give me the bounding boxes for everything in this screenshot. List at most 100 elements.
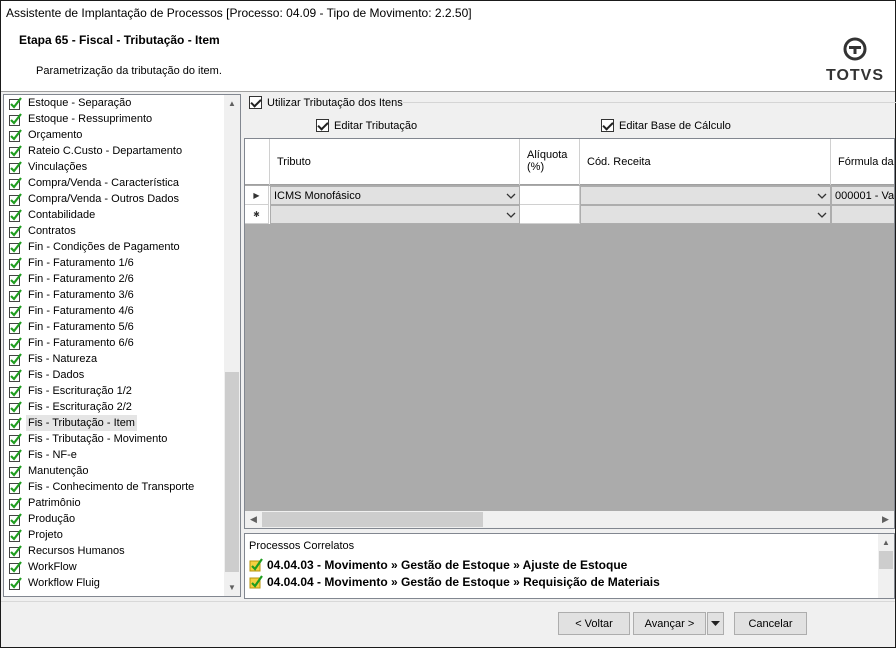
sidebar-item[interactable]: Fis - NF-e (4, 447, 226, 463)
sidebar-item[interactable]: Fis - Tributação - Movimento (4, 431, 226, 447)
col-formula[interactable]: Fórmula da (831, 139, 894, 185)
related-process-label: 04.04.04 - Movimento » Gestão de Estoque… (267, 575, 660, 589)
sidebar-item[interactable]: Orçamento (4, 127, 226, 143)
col-aliquota[interactable]: Alíquota (%) (520, 139, 580, 185)
cancel-button[interactable]: Cancelar (734, 612, 807, 635)
sidebar-item[interactable]: Fin - Condições de Pagamento (4, 239, 226, 255)
related-process-link[interactable]: 04.04.03 - Movimento » Gestão de Estoque… (249, 558, 627, 572)
sidebar-item[interactable]: Estoque - Ressuprimento (4, 111, 226, 127)
step-complete-check-icon (9, 128, 22, 142)
sidebar-item[interactable]: Projeto (4, 527, 226, 543)
sidebar-item[interactable]: Fin - Faturamento 3/6 (4, 287, 226, 303)
sidebar-item[interactable]: Contratos (4, 223, 226, 239)
sidebar-item-label: Fin - Condições de Pagamento (28, 241, 180, 253)
sidebar-item[interactable]: Fin - Faturamento 1/6 (4, 255, 226, 271)
step-complete-check-icon (9, 416, 22, 430)
use-item-tax-checkbox[interactable]: Utilizar Tributação dos Itens (249, 96, 403, 109)
aliquota-field[interactable] (520, 186, 580, 205)
scrollbar-thumb[interactable] (879, 551, 893, 569)
sidebar-item-label: Fis - Escrituração 2/2 (28, 401, 132, 413)
related-process-link[interactable]: 04.04.04 - Movimento » Gestão de Estoque… (249, 575, 660, 589)
table-row[interactable]: ✱ (245, 205, 894, 224)
sidebar-item[interactable]: Compra/Venda - Característica (4, 175, 226, 191)
step-complete-check-icon (9, 272, 22, 286)
sidebar-item[interactable]: Estoque - Separação (4, 95, 226, 111)
table-row[interactable]: ▶ ICMS Monofásico 000001 - Val (245, 186, 894, 205)
sidebar-item-label: Workflow Fluig (28, 577, 100, 589)
sidebar-item[interactable]: Rateio C.Custo - Departamento (4, 143, 226, 159)
sidebar-item-label: Estoque - Separação (28, 97, 132, 109)
sidebar-item[interactable]: Fin - Faturamento 4/6 (4, 303, 226, 319)
scroll-right-arrow-icon[interactable]: ▶ (877, 511, 894, 528)
sidebar-item-label: Fin - Faturamento 1/6 (28, 257, 134, 269)
grid-header: Tributo Alíquota (%) Cód. Receita Fórmul… (245, 139, 894, 185)
scroll-up-arrow-icon[interactable]: ▲ (224, 95, 240, 112)
step-complete-check-icon (9, 528, 22, 542)
scroll-up-arrow-icon[interactable]: ▲ (878, 534, 894, 551)
sidebar-item[interactable]: Manutenção (4, 463, 226, 479)
edit-base-checkbox[interactable]: Editar Base de Cálculo (601, 119, 731, 132)
sidebar-item[interactable]: Workflow Fluig (4, 575, 226, 591)
step-complete-check-icon (9, 512, 22, 526)
steps-list[interactable]: Estoque - Separação Estoque - Ressuprimen… (3, 94, 241, 597)
sidebar-item[interactable]: Recursos Humanos (4, 543, 226, 559)
aliquota-field[interactable] (520, 205, 580, 224)
sidebar-item-label: Fin - Faturamento 3/6 (28, 289, 134, 301)
sidebar-item[interactable]: Fis - Tributação - Item (4, 415, 226, 431)
sidebar-item[interactable]: Fin - Faturamento 2/6 (4, 271, 226, 287)
sidebar-item[interactable]: Contabilidade (4, 207, 226, 223)
steps-list-items: Estoque - Separação Estoque - Ressuprimen… (4, 95, 226, 591)
sidebar-item[interactable]: Produção (4, 511, 226, 527)
related-scrollbar[interactable]: ▲ (878, 534, 894, 598)
cod-receita-combo[interactable] (580, 186, 831, 205)
col-tributo[interactable]: Tributo (270, 139, 520, 185)
chevron-down-icon[interactable] (814, 187, 830, 204)
checkbox-checked-icon[interactable] (601, 119, 614, 132)
scrollbar-thumb[interactable] (262, 512, 483, 527)
scroll-left-arrow-icon[interactable]: ◀ (245, 511, 262, 528)
cod-receita-combo[interactable] (580, 205, 831, 224)
group-divider (403, 102, 896, 103)
chevron-down-icon[interactable] (814, 206, 830, 223)
tributo-combo[interactable] (270, 205, 520, 224)
sidebar-item[interactable]: Vinculações (4, 159, 226, 175)
step-description: Parametrização da tributação do item. (36, 65, 222, 77)
step-complete-check-icon (9, 176, 22, 190)
sidebar-item[interactable]: Patrimônio (4, 495, 226, 511)
step-complete-check-icon (9, 256, 22, 270)
sidebar-item-label: Projeto (28, 529, 63, 541)
grid-horizontal-scrollbar[interactable]: ◀ ▶ (245, 511, 894, 528)
chevron-down-icon[interactable] (503, 206, 519, 223)
tributo-combo[interactable]: ICMS Monofásico (270, 186, 520, 205)
sidebar-item[interactable]: WorkFlow (4, 559, 226, 575)
next-button[interactable]: Avançar > (633, 612, 706, 635)
sidebar-item[interactable]: Fin - Faturamento 6/6 (4, 335, 226, 351)
sidebar-item-label: Manutenção (28, 465, 89, 477)
checkbox-checked-icon[interactable] (249, 96, 262, 109)
tax-grid[interactable]: Tributo Alíquota (%) Cód. Receita Fórmul… (244, 138, 895, 529)
sidebar-item-label: Fis - Tributação - Movimento (28, 433, 168, 445)
sidebar-item-label: Compra/Venda - Outros Dados (28, 193, 180, 205)
back-button[interactable]: < Voltar (558, 612, 630, 635)
sidebar-item[interactable]: Compra/Venda - Outros Dados (4, 191, 226, 207)
formula-combo[interactable]: 000001 - Val (831, 186, 894, 205)
next-options-dropdown[interactable] (707, 612, 724, 635)
sidebar-item[interactable]: Fis - Escrituração 1/2 (4, 383, 226, 399)
sidebar-item-label: Recursos Humanos (28, 545, 125, 557)
related-processes: Processos Correlatos 04.04.03 - Moviment… (244, 533, 895, 599)
sidebar-item[interactable]: Fis - Dados (4, 367, 226, 383)
sidebar-item[interactable]: Fis - Escrituração 2/2 (4, 399, 226, 415)
sidebar-item[interactable]: Fis - Conhecimento de Transporte (4, 479, 226, 495)
checkbox-checked-icon[interactable] (316, 119, 329, 132)
steps-list-scrollbar[interactable]: ▲ ▼ (224, 95, 240, 596)
edit-base-label: Editar Base de Cálculo (619, 119, 731, 132)
formula-combo[interactable] (831, 205, 894, 224)
scrollbar-thumb[interactable] (225, 372, 239, 572)
scroll-down-arrow-icon[interactable]: ▼ (224, 579, 240, 596)
logo-text: TOTVS (825, 67, 885, 84)
edit-tax-checkbox[interactable]: Editar Tributação (316, 119, 417, 132)
chevron-down-icon[interactable] (503, 187, 519, 204)
sidebar-item[interactable]: Fin - Faturamento 5/6 (4, 319, 226, 335)
sidebar-item[interactable]: Fis - Natureza (4, 351, 226, 367)
col-cod-receita[interactable]: Cód. Receita (580, 139, 831, 185)
